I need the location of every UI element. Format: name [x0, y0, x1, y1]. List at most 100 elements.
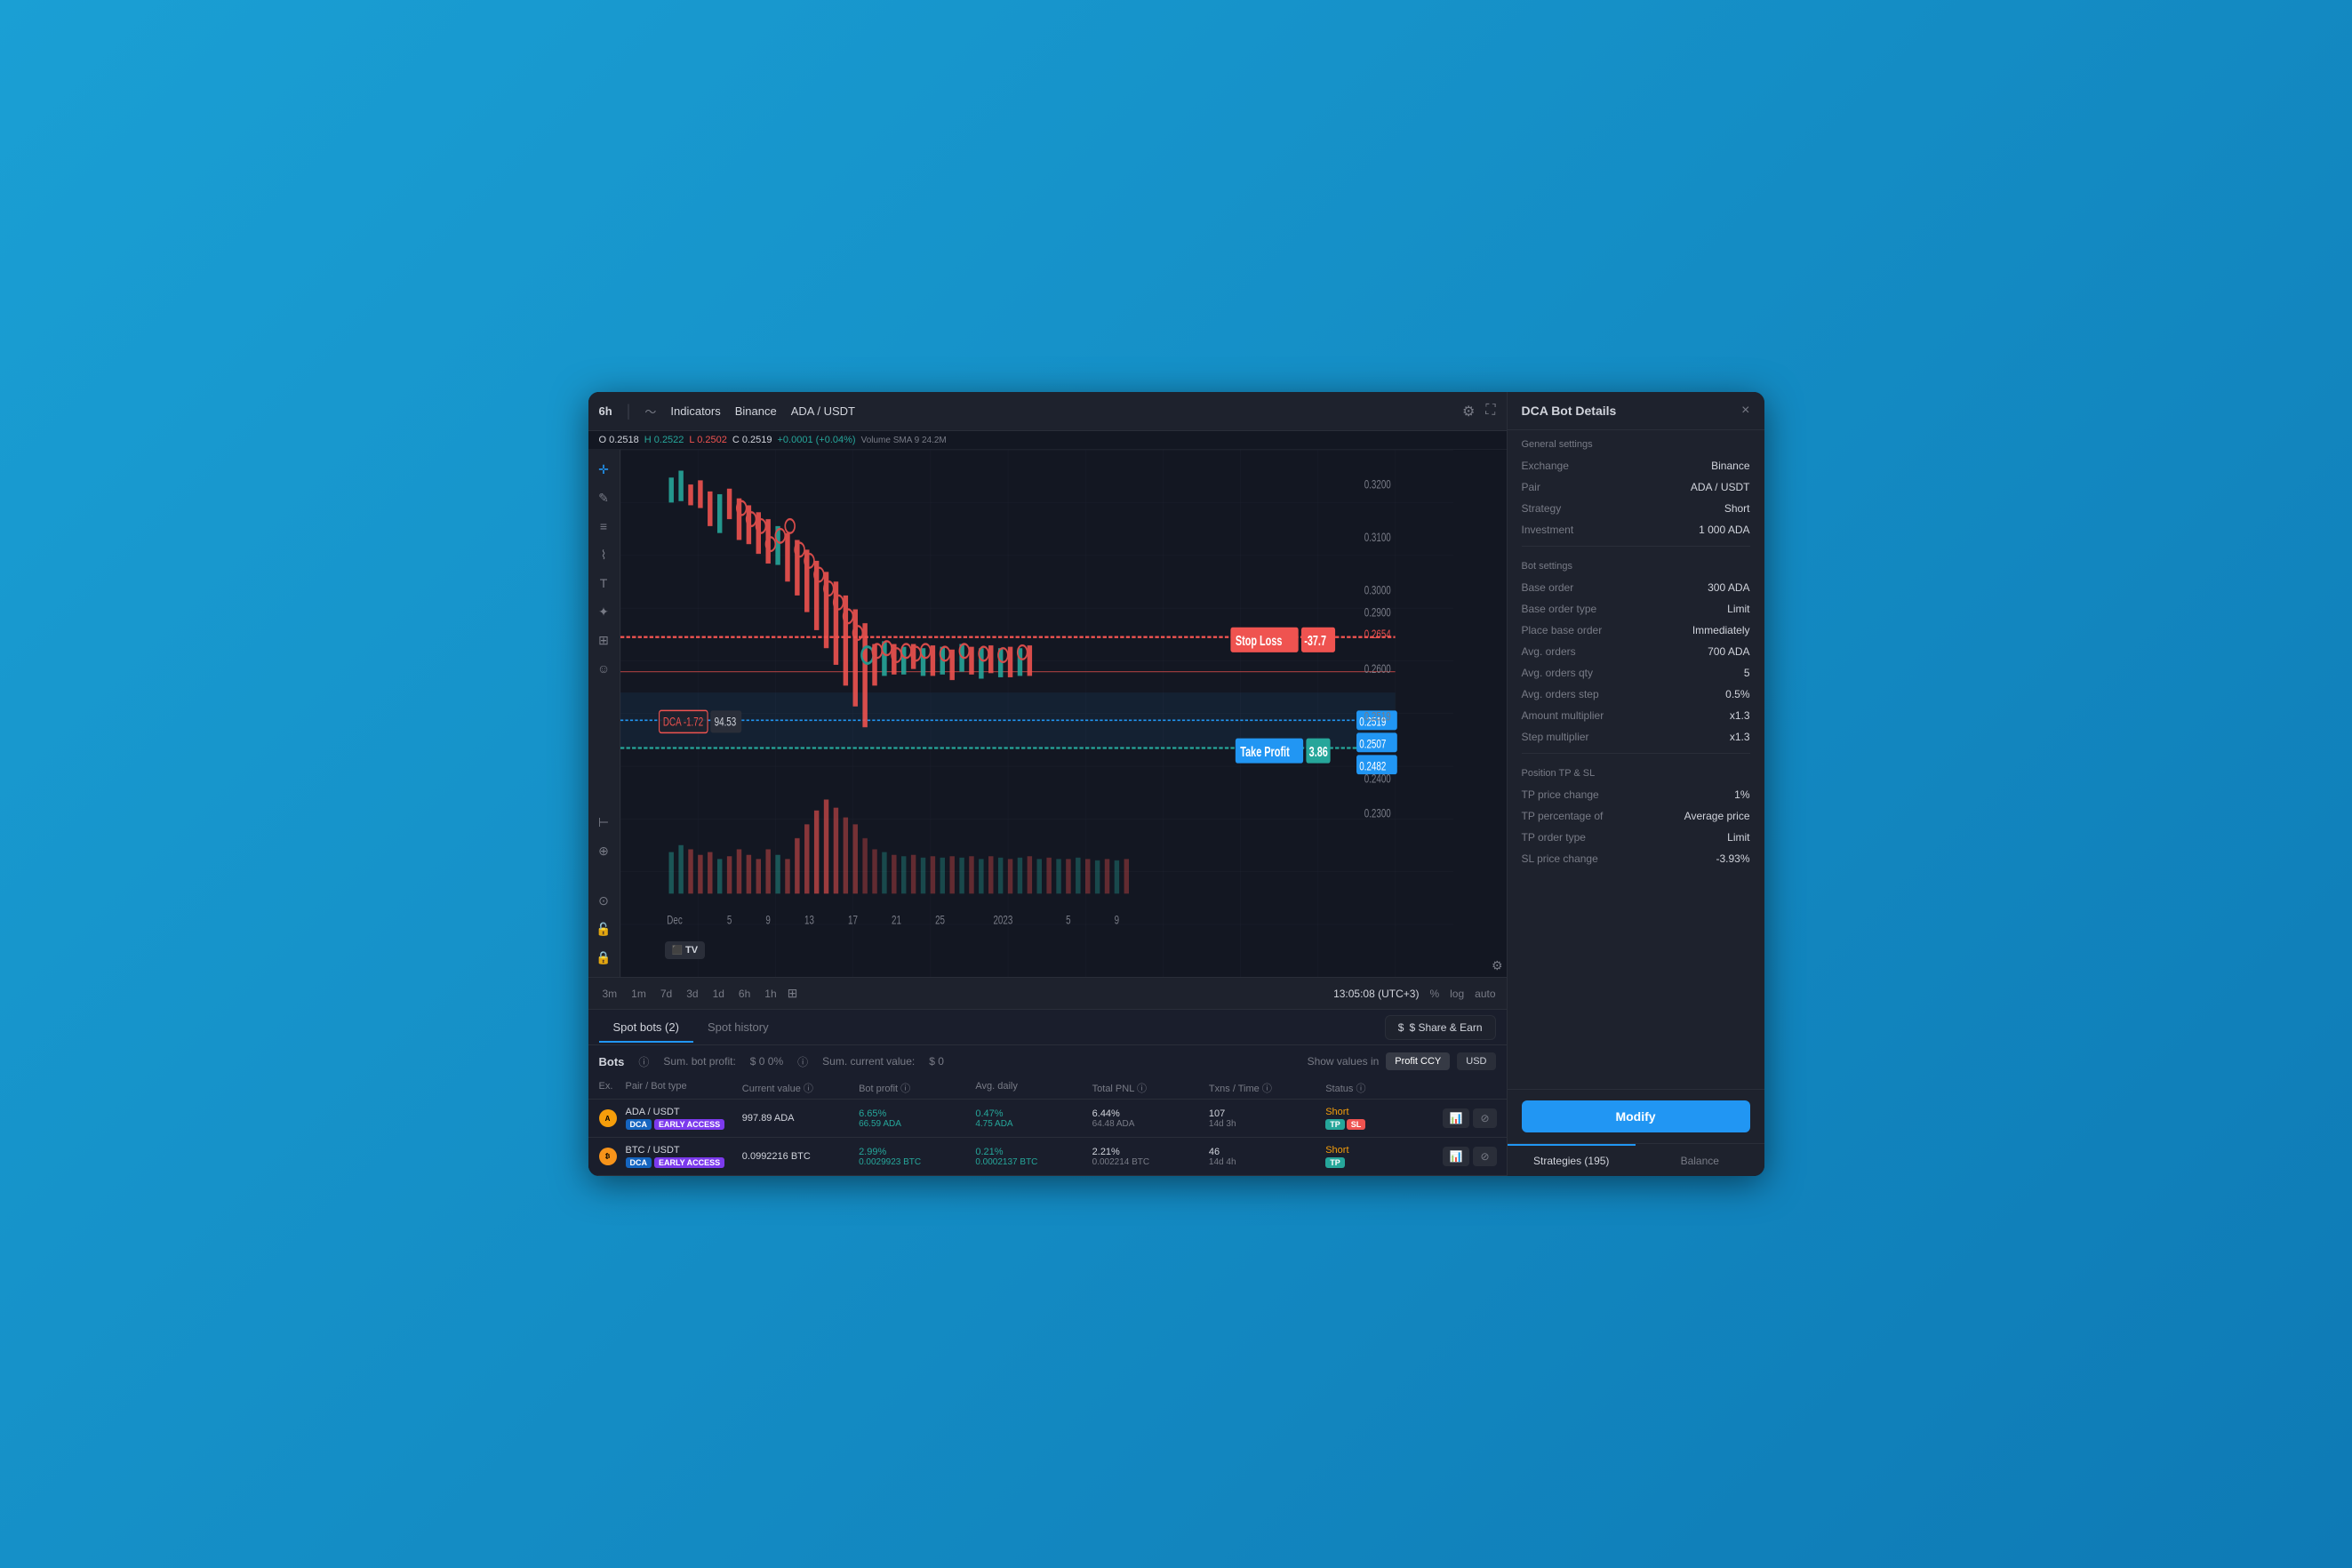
svg-text:-37.7: -37.7 [1304, 633, 1326, 648]
tab-spot-bots[interactable]: Spot bots (2) [599, 1013, 693, 1043]
tradingview-logo: ⬛ TV [665, 941, 706, 959]
row1-badge-tp: TP [1325, 1119, 1345, 1130]
share-earn-btn[interactable]: $ $ Share & Earn [1385, 1015, 1496, 1040]
row2-actions: 📊 ⊘ [1443, 1147, 1496, 1166]
panel-tab-balance[interactable]: Balance [1636, 1144, 1764, 1176]
svg-text:Dec: Dec [667, 913, 682, 927]
general-settings-title: General settings [1508, 430, 1764, 455]
row1-cancel-btn[interactable]: ⊘ [1473, 1108, 1496, 1128]
percent-toggle[interactable]: % [1429, 988, 1439, 1000]
tf-1m[interactable]: 1m [628, 986, 650, 1002]
divider2 [1522, 753, 1750, 754]
svg-text:5: 5 [1066, 913, 1071, 927]
row1-txns: 107 14d 3h [1209, 1108, 1325, 1129]
shapes-btn[interactable]: ✦ [591, 599, 616, 624]
svg-text:Stop Loss: Stop Loss [1235, 633, 1282, 648]
zoom-btn[interactable]: ⊕ [591, 838, 616, 863]
row2-chart-btn[interactable]: 📊 [1443, 1147, 1470, 1166]
fib-btn[interactable]: ⌇ [591, 542, 616, 567]
row2-avg-daily: 0.21% 0.0002137 BTC [975, 1147, 1092, 1167]
row1-exchange-icon: A [599, 1109, 626, 1127]
sum-bot-profit-value: $ 0 0% [750, 1055, 783, 1068]
row2-badge-early: EARLY ACCESS [654, 1157, 724, 1168]
app-container: 6h | 〜 Indicators Binance ADA / USDT ⚙ ⛶… [588, 392, 1764, 1176]
table-row[interactable]: ₿ BTC / USDT DCA EARLY ACCESS 0.0992216 … [588, 1138, 1507, 1176]
tab-spot-history[interactable]: Spot history [693, 1013, 783, 1043]
table-header: Ex. Pair / Bot type Current value ⓘ Bot … [588, 1077, 1507, 1100]
setting-avg-orders-qty: Avg. orders qty 5 [1508, 662, 1764, 684]
settings-icon[interactable]: ⚙ [1462, 403, 1475, 420]
svg-text:9: 9 [765, 913, 771, 927]
row1-avg-daily: 0.47% 4.75 ADA [975, 1108, 1092, 1129]
table-row[interactable]: A ADA / USDT DCA EARLY ACCESS 997.89 ADA… [588, 1100, 1507, 1138]
ohlc-volume: Volume SMA 9 24.2M [861, 436, 947, 445]
svg-text:17: 17 [848, 913, 858, 927]
row2-current-value: 0.0992216 BTC [742, 1151, 859, 1162]
current-time: 13:05:08 (UTC+3) [1333, 988, 1419, 1000]
svg-text:0.2600: 0.2600 [1364, 661, 1390, 676]
bot-settings-title: Bot settings [1508, 552, 1764, 577]
svg-text:0.3100: 0.3100 [1364, 530, 1390, 544]
tf-3d[interactable]: 3d [683, 986, 701, 1002]
bottom-panel: Spot bots (2) Spot history $ $ Share & E… [588, 1009, 1507, 1176]
compare-btn[interactable]: ⊞ [788, 986, 798, 1001]
sum-profit-icon: ⓘ [638, 1054, 649, 1069]
auto-toggle[interactable]: auto [1475, 988, 1495, 1000]
tf-1d[interactable]: 1d [709, 986, 728, 1002]
tf-7d[interactable]: 7d [657, 986, 676, 1002]
header-avg-daily: Avg. daily [975, 1081, 1092, 1095]
svg-text:0.2400: 0.2400 [1364, 772, 1390, 786]
setting-sl-price-change: SL price change -3.93% [1508, 848, 1764, 869]
row2-badge-dca: DCA [626, 1157, 652, 1168]
text-btn[interactable]: T [591, 571, 616, 596]
position-tpsl-title: Position TP & SL [1508, 759, 1764, 784]
lock-btn[interactable]: 🔓 [591, 916, 616, 941]
indicators2-btn[interactable]: ⊞ [591, 628, 616, 652]
close-btn[interactable]: × [1741, 403, 1749, 419]
magnet-btn[interactable]: ⊙ [591, 888, 616, 913]
chart-main: Stop Loss -37.7 Take Profit 3.86 [620, 450, 1453, 977]
measure-btn[interactable]: ⊢ [591, 810, 616, 835]
fullscreen-icon[interactable]: ⛶ [1485, 403, 1495, 420]
tab-actions: $ $ Share & Earn [1385, 1015, 1496, 1040]
lock2-btn[interactable]: 🔒 [591, 945, 616, 970]
usd-btn[interactable]: USD [1457, 1052, 1495, 1070]
row2-badge-tp: TP [1325, 1157, 1345, 1168]
row1-chart-btn[interactable]: 📊 [1443, 1108, 1470, 1128]
crosshair-btn[interactable]: ✛ [591, 457, 616, 482]
log-toggle[interactable]: log [1450, 988, 1464, 1000]
tf-1h[interactable]: 1h [761, 986, 780, 1002]
row1-badge-dca: DCA [626, 1119, 652, 1130]
row1-status: Short TP SL [1325, 1107, 1442, 1130]
row1-pair: ADA / USDT DCA EARLY ACCESS [626, 1107, 742, 1130]
indicators-btn[interactable]: Indicators [670, 404, 720, 418]
profit-ccy-btn[interactable]: Profit CCY [1386, 1052, 1450, 1070]
modify-btn[interactable]: Modify [1522, 1100, 1750, 1132]
emoji-btn[interactable]: ☺ [591, 656, 616, 681]
ohlc-high: H 0.2522 [644, 435, 684, 445]
tf-6h[interactable]: 6h [735, 986, 754, 1002]
panel-tabs: Strategies (195) Balance [1508, 1143, 1764, 1176]
tf-3m[interactable]: 3m [599, 986, 621, 1002]
ohlc-close: C 0.2519 [732, 435, 772, 445]
chart-settings-gear[interactable]: ⚙ [1492, 958, 1503, 973]
divider1 [1522, 546, 1750, 547]
lines-btn[interactable]: ≡ [591, 514, 616, 539]
row1-badge-early: EARLY ACCESS [654, 1119, 724, 1130]
row2-cancel-btn[interactable]: ⊘ [1473, 1147, 1496, 1166]
show-values: Show values in Profit CCY USD [1308, 1052, 1496, 1070]
toolbar-sep1: | [627, 402, 631, 420]
setting-avg-orders: Avg. orders 700 ADA [1508, 641, 1764, 662]
timeframe-label[interactable]: 6h [599, 404, 612, 418]
header-total-pnl: Total PNL ⓘ [1092, 1081, 1209, 1095]
sum-bot-profit-label: Sum. bot profit: [663, 1055, 735, 1068]
panel-tab-strategies[interactable]: Strategies (195) [1508, 1144, 1636, 1176]
btc-icon: ₿ [599, 1148, 617, 1165]
pencil-btn[interactable]: ✎ [591, 485, 616, 510]
ohlc-change: +0.0001 (+0.04%) [778, 435, 856, 445]
chart-svg: Stop Loss -37.7 Take Profit 3.86 [620, 450, 1453, 977]
ohlc-open: O 0.2518 [599, 435, 639, 445]
svg-text:94.53: 94.53 [714, 715, 736, 729]
toolbar-pair: ADA / USDT [791, 404, 855, 418]
setting-tp-order-type: TP order type Limit [1508, 827, 1764, 848]
